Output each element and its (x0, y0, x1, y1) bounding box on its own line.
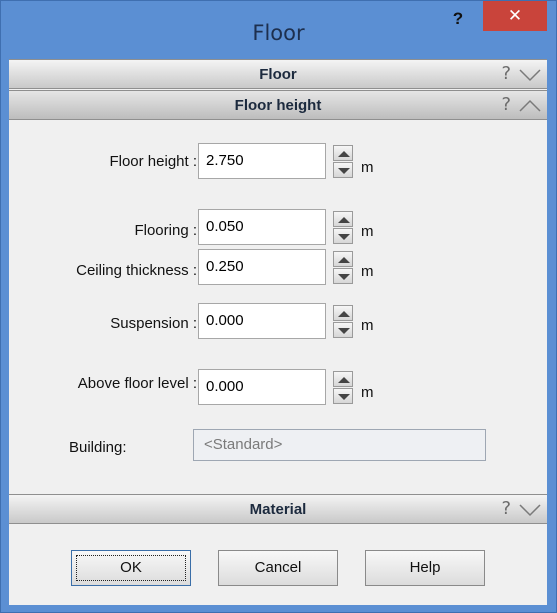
above-floor-level-spinner[interactable] (333, 371, 353, 405)
section-floor-height-header[interactable]: Floor height ? (9, 90, 547, 120)
spin-down-button[interactable] (333, 162, 353, 178)
spin-up-button[interactable] (333, 211, 353, 227)
ceiling-thickness-input[interactable]: 0.250 (198, 249, 326, 285)
above-floor-level-label: Above floor level : (77, 375, 197, 392)
suspension-spinner[interactable] (333, 305, 353, 339)
close-button[interactable]: ✕ (483, 1, 547, 31)
flooring-unit: m (361, 223, 374, 240)
section-floor-title: Floor (259, 66, 297, 83)
section-material-title: Material (249, 501, 307, 518)
arrow-down-icon (338, 394, 350, 400)
arrow-up-icon (338, 217, 350, 223)
above-floor-level-input[interactable]: 0.000 (198, 369, 326, 405)
cancel-button[interactable]: Cancel (218, 550, 338, 586)
spin-up-button[interactable] (333, 371, 353, 387)
spin-down-button[interactable] (333, 228, 353, 244)
chevron-up-icon[interactable] (519, 99, 541, 113)
arrow-down-icon (338, 234, 350, 240)
spin-down-button[interactable] (333, 322, 353, 338)
ok-button[interactable]: OK (71, 550, 191, 586)
above-floor-level-unit: m (361, 384, 374, 401)
flooring-spinner[interactable] (333, 211, 353, 245)
chevron-down-icon[interactable] (519, 68, 541, 82)
focus-rect (76, 555, 186, 581)
flooring-label: Flooring : (134, 222, 197, 239)
suspension-label: Suspension : (110, 315, 197, 332)
spin-up-button[interactable] (333, 145, 353, 161)
suspension-input[interactable]: 0.000 (198, 303, 326, 339)
section-floor-height-help-icon[interactable]: ? (501, 94, 511, 115)
floor-height-unit: m (361, 159, 374, 176)
building-field[interactable]: <Standard> (193, 429, 486, 461)
section-floor-header[interactable]: Floor ? (9, 59, 547, 89)
building-label: Building: (69, 439, 127, 456)
cancel-button-label: Cancel (254, 559, 302, 576)
section-material-header[interactable]: Material ? (9, 494, 547, 524)
spin-up-button[interactable] (333, 251, 353, 267)
ceiling-thickness-unit: m (361, 263, 374, 280)
ceiling-thickness-label: Ceiling thickness : (76, 262, 197, 279)
floor-dialog-window: Floor ? ✕ Floor ? Floor height ? Floor h… (0, 0, 557, 613)
arrow-up-icon (338, 151, 350, 157)
floor-height-label: Floor height : (109, 153, 197, 170)
dialog-body: Floor ? Floor height ? Floor height : 2.… (9, 59, 547, 605)
title-help-button[interactable]: ? (441, 9, 475, 33)
suspension-unit: m (361, 317, 374, 334)
section-material-help-icon[interactable]: ? (501, 498, 511, 519)
spin-up-button[interactable] (333, 305, 353, 321)
arrow-down-icon (338, 328, 350, 334)
help-button-label: Help (409, 559, 441, 576)
arrow-up-icon (338, 257, 350, 263)
spin-down-button[interactable] (333, 268, 353, 284)
help-button[interactable]: Help (365, 550, 485, 586)
arrow-up-icon (338, 377, 350, 383)
chevron-down-icon[interactable] (519, 503, 541, 517)
arrow-down-icon (338, 168, 350, 174)
title-bar[interactable]: Floor ? ✕ (1, 1, 556, 59)
section-floor-help-icon[interactable]: ? (501, 63, 511, 84)
arrow-up-icon (338, 311, 350, 317)
flooring-input[interactable]: 0.050 (198, 209, 326, 245)
arrow-down-icon (338, 274, 350, 280)
floor-height-spinner[interactable] (333, 145, 353, 179)
ceiling-thickness-spinner[interactable] (333, 251, 353, 285)
section-floor-height-title: Floor height (234, 97, 322, 114)
floor-height-input[interactable]: 2.750 (198, 143, 326, 179)
spin-down-button[interactable] (333, 388, 353, 404)
